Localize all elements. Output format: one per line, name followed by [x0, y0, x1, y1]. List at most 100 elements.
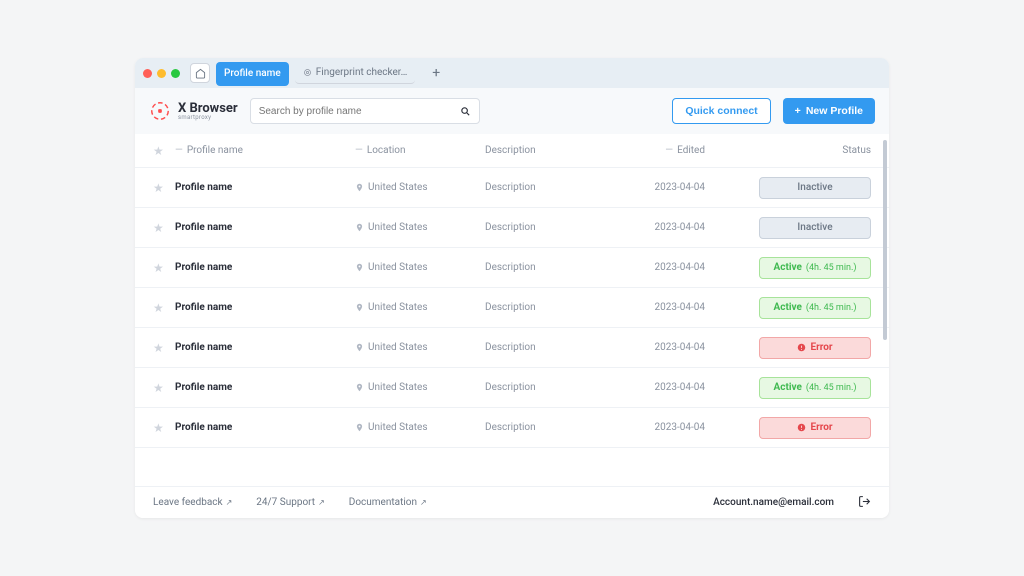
header-profile-name[interactable]: —Profile name: [175, 145, 355, 156]
cell-edited: 2023-04-04: [595, 262, 705, 273]
brand: X Browser smartproxy: [149, 100, 238, 122]
button-label: New Profile: [806, 105, 863, 117]
star-icon[interactable]: ★: [153, 341, 164, 355]
status-badge-inactive[interactable]: Inactive: [759, 217, 871, 239]
status-badge-error[interactable]: Error: [759, 417, 871, 439]
footer: Leave feedback↗ 24/7 Support↗ Documentat…: [135, 486, 889, 518]
table-header-row: ★ —Profile name —Location Description —E…: [135, 134, 889, 168]
tab-profile[interactable]: Profile name: [216, 62, 289, 84]
header-status: Status: [705, 145, 871, 156]
cell-edited: 2023-04-04: [595, 302, 705, 313]
cell-description: Description: [485, 342, 595, 353]
new-profile-button[interactable]: + New Profile: [783, 98, 875, 124]
search-icon: [460, 106, 471, 117]
status-badge-active[interactable]: Active (4h. 45 min.): [759, 257, 871, 279]
cell-name: Profile name: [175, 382, 355, 393]
cell-description: Description: [485, 262, 595, 273]
star-icon[interactable]: ★: [153, 421, 164, 435]
table-row[interactable]: ★Profile nameUnited StatesDescription202…: [135, 168, 889, 208]
table-row[interactable]: ★ Profile nameUnited StatesDescription202…: [135, 328, 889, 368]
status-badge-active[interactable]: Active (4h. 45 min.): [759, 297, 871, 319]
external-link-icon: ↗: [226, 498, 233, 507]
location-pin-icon: [355, 383, 364, 392]
plus-icon: +: [432, 65, 440, 81]
cell-description: Description: [485, 382, 595, 393]
tab-bar: Profile name Fingerprint checker… +: [135, 58, 889, 88]
tab-fingerprint[interactable]: Fingerprint checker…: [295, 62, 416, 84]
close-window-icon[interactable]: [143, 69, 152, 78]
cell-name: Profile name: [175, 262, 355, 273]
location-pin-icon: [355, 423, 364, 432]
account-email: Account.name@email.com: [713, 497, 834, 508]
table-wrap: ★ —Profile name —Location Description —E…: [135, 134, 889, 486]
cell-name: Profile name: [175, 422, 355, 433]
quick-connect-button[interactable]: Quick connect: [672, 98, 770, 124]
star-icon[interactable]: ★: [153, 381, 164, 395]
tab-label: Fingerprint checker…: [316, 67, 408, 78]
warning-icon: [797, 343, 806, 352]
cell-name: Profile name: [175, 182, 355, 193]
cell-edited: 2023-04-04: [595, 422, 705, 433]
star-icon[interactable]: ★: [153, 181, 164, 195]
brand-subtitle: smartproxy: [178, 115, 238, 121]
footer-docs-link[interactable]: Documentation↗: [349, 497, 427, 508]
header-location[interactable]: —Location: [355, 145, 485, 156]
target-icon: [303, 68, 312, 77]
cell-edited: 2023-04-04: [595, 342, 705, 353]
cell-name: Profile name: [175, 342, 355, 353]
cell-description: Description: [485, 302, 595, 313]
location-pin-icon: [355, 223, 364, 232]
external-link-icon: ↗: [420, 498, 427, 507]
cell-location: United States: [355, 222, 485, 233]
status-badge-inactive[interactable]: Inactive: [759, 177, 871, 199]
cell-location: United States: [355, 262, 485, 273]
cell-name: Profile name: [175, 302, 355, 313]
status-badge-error[interactable]: Error: [759, 337, 871, 359]
cell-location: United States: [355, 382, 485, 393]
header-description: Description: [485, 145, 595, 156]
table-row[interactable]: ★ Profile nameUnited StatesDescription202…: [135, 248, 889, 288]
star-icon[interactable]: ★: [153, 221, 164, 235]
cell-location: United States: [355, 342, 485, 353]
header-edited[interactable]: —Edited: [595, 145, 705, 156]
brand-logo-icon: [149, 100, 171, 122]
logout-icon: [858, 495, 871, 508]
table-row[interactable]: ★Profile nameUnited StatesDescription202…: [135, 208, 889, 248]
location-pin-icon: [355, 343, 364, 352]
external-link-icon: ↗: [318, 498, 325, 507]
scrollbar[interactable]: [883, 140, 887, 340]
location-pin-icon: [355, 263, 364, 272]
cell-edited: 2023-04-04: [595, 222, 705, 233]
search-input[interactable]: [259, 106, 460, 117]
window-controls: [143, 69, 180, 78]
table-row[interactable]: ★Profile nameUnited StatesDescription202…: [135, 368, 889, 408]
sort-icon: —: [175, 145, 183, 156]
minimize-window-icon[interactable]: [157, 69, 166, 78]
star-icon[interactable]: ★: [153, 301, 164, 315]
star-icon[interactable]: ★: [153, 261, 164, 275]
footer-support-link[interactable]: 24/7 Support↗: [256, 497, 324, 508]
star-icon: ★: [153, 144, 164, 158]
brand-title: X Browser: [178, 102, 238, 115]
cell-location: United States: [355, 302, 485, 313]
search-box[interactable]: [250, 98, 480, 124]
home-button[interactable]: [190, 63, 210, 83]
location-pin-icon: [355, 303, 364, 312]
warning-icon: [797, 423, 806, 432]
cell-description: Description: [485, 422, 595, 433]
status-badge-active[interactable]: Active (4h. 45 min.): [759, 377, 871, 399]
cell-edited: 2023-04-04: [595, 182, 705, 193]
tab-label: Profile name: [224, 68, 281, 79]
logout-button[interactable]: [858, 495, 871, 511]
home-icon: [195, 68, 206, 79]
sort-icon: —: [355, 145, 363, 156]
footer-feedback-link[interactable]: Leave feedback↗: [153, 497, 232, 508]
header: X Browser smartproxy Quick connect + New…: [135, 88, 889, 134]
table-row[interactable]: ★ Profile nameUnited StatesDescription202…: [135, 288, 889, 328]
maximize-window-icon[interactable]: [171, 69, 180, 78]
new-tab-button[interactable]: +: [427, 64, 445, 82]
cell-description: Description: [485, 222, 595, 233]
table-row[interactable]: ★Profile nameUnited StatesDescription202…: [135, 408, 889, 448]
app-frame: Profile name Fingerprint checker… + X Br…: [135, 58, 889, 518]
sort-icon: —: [665, 145, 673, 156]
